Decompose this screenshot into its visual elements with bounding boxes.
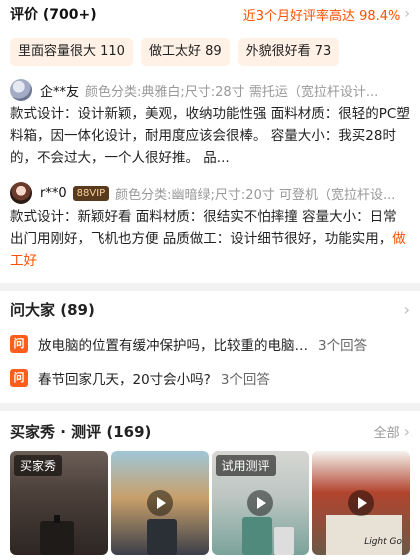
buyer-show-title: 买家秀 · 测评 (169) bbox=[10, 422, 152, 441]
buyer-show-header[interactable]: 买家秀 · 测评 (169) 全部 › bbox=[10, 411, 410, 451]
good-rate-text: 近3个月好评率高达 98.4% bbox=[242, 8, 401, 24]
chevron-right-icon: › bbox=[403, 299, 410, 319]
vip-badge: 88VIP bbox=[72, 185, 110, 201]
show-all-link[interactable]: 全部 › bbox=[374, 422, 410, 441]
buyer-video-thumb[interactable] bbox=[110, 451, 209, 555]
reviewer-name: 企**友 bbox=[40, 84, 80, 100]
qa-title: 问大家 (89) bbox=[10, 300, 95, 319]
avatar bbox=[10, 182, 32, 204]
play-icon bbox=[348, 490, 375, 516]
question-text: 放电脑的位置有缓冲保护吗，比较重的电脑比... bbox=[38, 338, 308, 354]
review-tag[interactable]: 外貌很好看 73 bbox=[237, 38, 340, 66]
buyer-photo-thumb[interactable]: 买家秀 bbox=[10, 451, 108, 555]
question-icon: 问 bbox=[10, 369, 28, 387]
question-text: 春节回家几天，20寸会小吗? bbox=[38, 372, 211, 388]
buyer-show-thumbnails: 买家秀 试用测评 Light Go bbox=[10, 451, 410, 555]
review-tags: 里面容量很大 110 做工太好 89 外貌很好看 73 bbox=[10, 38, 410, 66]
buyer-show-section: 买家秀 · 测评 (169) 全部 › 买家秀 试用测评 Light Go bbox=[0, 411, 420, 560]
review-video-thumb[interactable]: 试用测评 bbox=[211, 451, 310, 555]
review-item[interactable]: 企**友 颜色分类:典雅白;尺寸:28寸 需托运（宽拉杆设计... 款式设计：设… bbox=[10, 78, 410, 169]
review-tag[interactable]: 做工太好 89 bbox=[140, 38, 230, 66]
good-rate[interactable]: 近3个月好评率高达 98.4% › bbox=[243, 5, 410, 24]
reviews-title: 评价 (700+) bbox=[10, 7, 97, 23]
show-all-label: 全部 bbox=[373, 425, 400, 441]
review-spec: 颜色分类:幽暗绿;尺寸:20寸 可登机（宽拉杆设... bbox=[115, 187, 396, 203]
thumb-label: 试用测评 bbox=[215, 455, 276, 476]
qa-item[interactable]: 问 春节回家几天，20寸会小吗? 3个回答 bbox=[10, 361, 410, 395]
review-item[interactable]: r**0 88VIP 颜色分类:幽暗绿;尺寸:20寸 可登机（宽拉杆设... 款… bbox=[10, 181, 410, 272]
chevron-right-icon: › bbox=[404, 6, 410, 22]
question-icon: 问 bbox=[10, 335, 28, 353]
reviewer-name: r**0 bbox=[40, 185, 67, 201]
box-text: Light Go bbox=[364, 537, 402, 547]
avatar bbox=[10, 79, 32, 101]
suitcase-photo-icon bbox=[146, 519, 177, 555]
suitcase-box-photo-icon bbox=[326, 515, 403, 555]
answer-count: 3个回答 bbox=[220, 372, 270, 388]
thumb-label: 买家秀 bbox=[14, 455, 63, 476]
answer-count: 3个回答 bbox=[318, 338, 368, 354]
review-body-text: 款式设计：新颖好看 面料材质：很结实不怕摔撞 容量大小：日常出门用刚好，飞机也方… bbox=[10, 209, 397, 247]
reviews-section: 评价 (700+) 近3个月好评率高达 98.4% › 里面容量很大 110 做… bbox=[0, 0, 420, 283]
review-body: 款式设计：新颖好看 面料材质：很结实不怕摔撞 容量大小：日常出门用刚好，飞机也方… bbox=[10, 206, 410, 272]
buyer-video-thumb[interactable]: Light Go bbox=[312, 451, 410, 555]
play-icon bbox=[146, 490, 173, 516]
reviews-header[interactable]: 评价 (700+) 近3个月好评率高达 98.4% › bbox=[10, 0, 410, 26]
chevron-right-icon: › bbox=[403, 421, 410, 441]
qa-item[interactable]: 问 放电脑的位置有缓冲保护吗，比较重的电脑比... 3个回答 bbox=[10, 327, 410, 361]
suitcase-photo-icon bbox=[241, 517, 294, 555]
qa-section: 问大家 (89) › 问 放电脑的位置有缓冲保护吗，比较重的电脑比... 3个回… bbox=[0, 291, 420, 403]
review-spec: 颜色分类:典雅白;尺寸:28寸 需托运（宽拉杆设计... bbox=[85, 84, 379, 100]
play-icon bbox=[247, 490, 274, 516]
suitcase-photo-icon bbox=[40, 515, 74, 555]
review-body: 款式设计：设计新颖，美观，收纳功能性强 面料材质：很轻的PC塑料箱，因一体化设计… bbox=[10, 106, 410, 166]
qa-header[interactable]: 问大家 (89) › bbox=[10, 291, 410, 327]
review-tag[interactable]: 里面容量很大 110 bbox=[10, 38, 133, 66]
